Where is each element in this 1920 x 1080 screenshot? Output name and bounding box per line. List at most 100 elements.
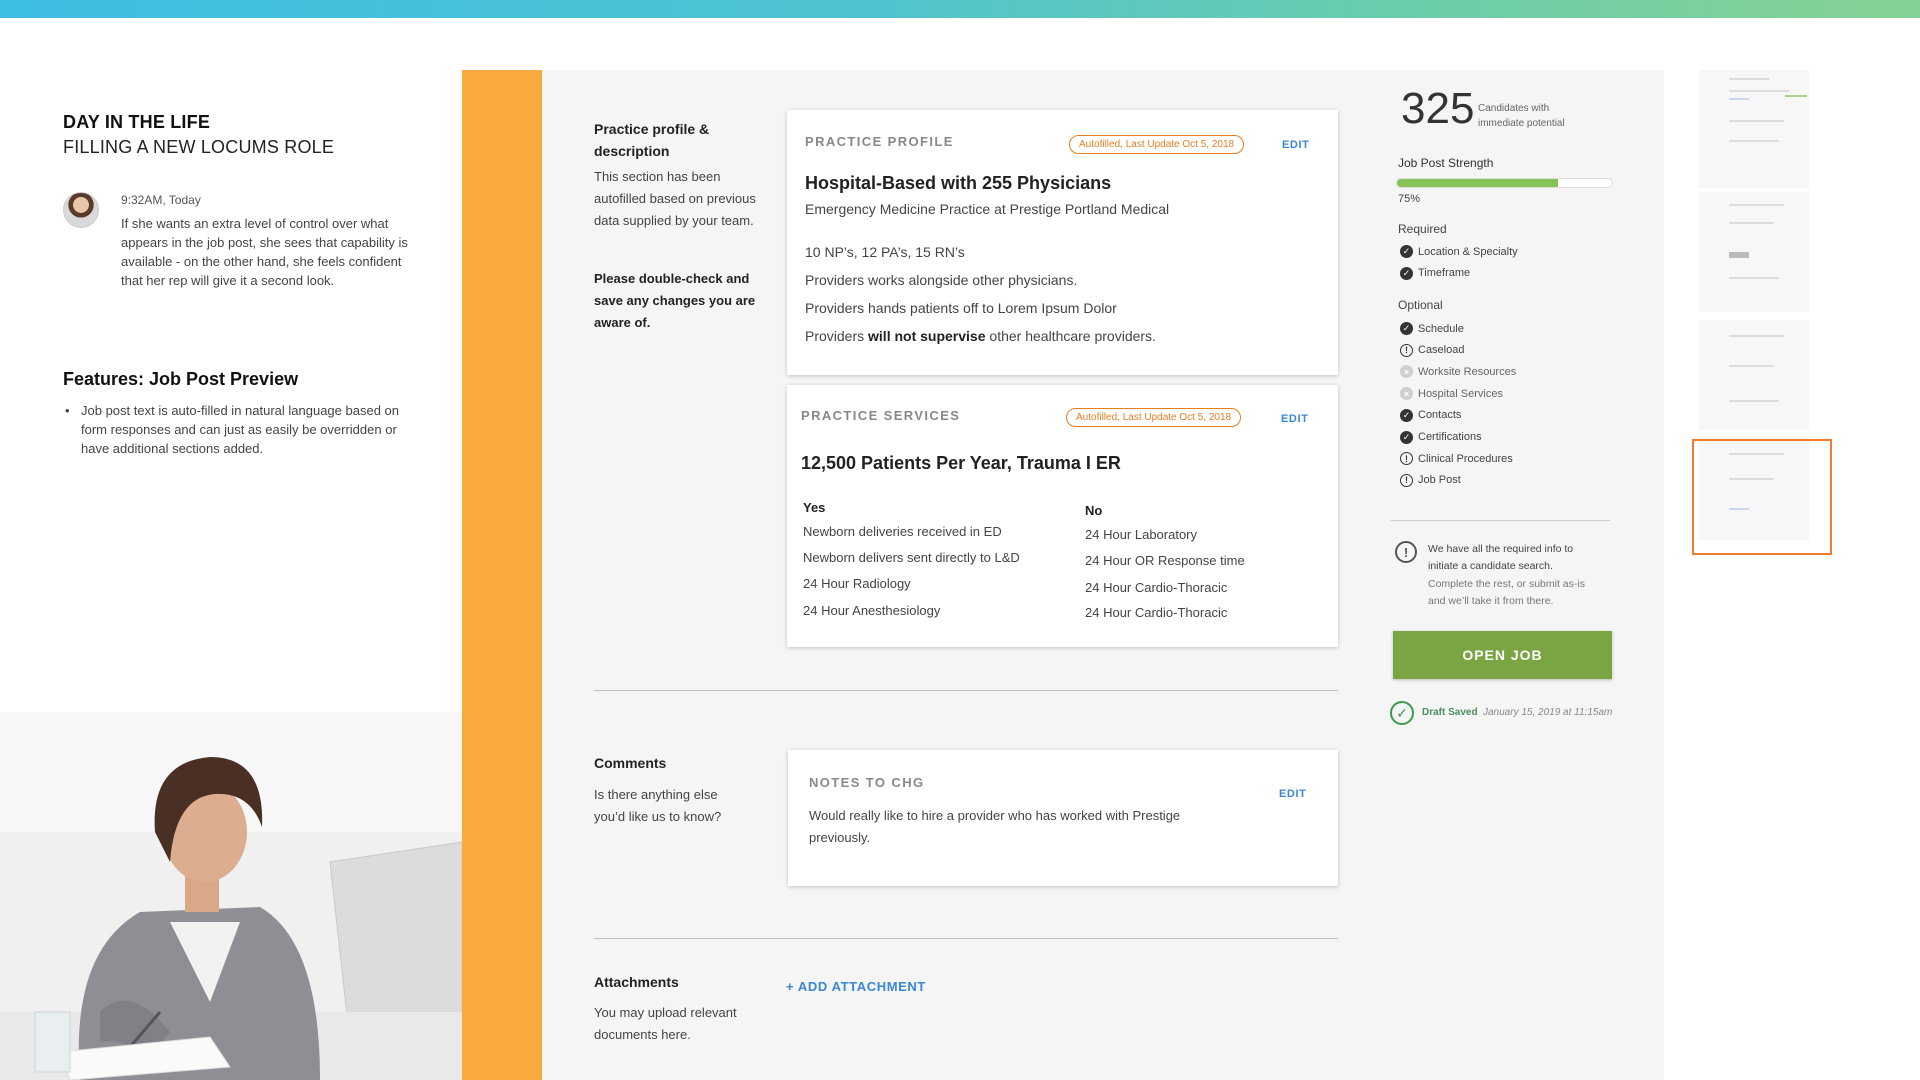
practice-profile-title: Hospital-Based with 255 Physicians <box>805 173 1112 193</box>
no-column-header: No <box>1085 503 1103 518</box>
top-gradient-bar <box>0 0 1920 18</box>
minimap-line <box>1729 335 1784 337</box>
minimap-viewport-indicator[interactable] <box>1692 439 1832 555</box>
practice-services-card: PRACTICE SERVICES Autofilled, Last Updat… <box>787 385 1338 647</box>
story-subtitle: FILLING A NEW LOCUMS ROLE <box>63 137 335 157</box>
open-job-button[interactable]: OPEN JOB <box>1393 631 1612 679</box>
minimap-line <box>1729 78 1769 80</box>
orange-accent-strip <box>462 70 542 1080</box>
autofilled-badge: Autofilled, Last Update Oct 5, 2018 <box>1069 135 1245 154</box>
checklist-item[interactable]: ! Caseload <box>1400 343 1465 357</box>
exclamation-circle-icon: ! <box>1400 452 1413 466</box>
checklist-item[interactable]: ✓ Schedule <box>1400 322 1464 335</box>
check-circle-icon: ✓ <box>1400 322 1413 335</box>
edit-practice-profile-link[interactable]: EDIT <box>1282 139 1309 151</box>
checklist-item-label: Timeframe <box>1418 267 1471 280</box>
job-post-preview-panel: Practice profile & description This sect… <box>542 70 1664 1080</box>
supervise-pre: Providers <box>805 328 869 344</box>
notes-heading: NOTES TO CHG <box>809 775 925 790</box>
info-message: We have all the required info to initiat… <box>1428 543 1574 572</box>
job-post-strength-percent: 75% <box>1398 193 1421 205</box>
section-divider <box>594 690 1338 691</box>
minimap-line <box>1729 120 1784 122</box>
minimap-line <box>1729 365 1774 367</box>
practice-profile-subtitle: Emergency Medicine Practice at Prestige … <box>805 201 1170 217</box>
minimap-line <box>1785 95 1807 97</box>
yes-column-header: Yes <box>803 500 826 515</box>
checklist-item-label: Schedule <box>1418 322 1464 335</box>
checklist-item[interactable]: ! Clinical Procedures <box>1400 452 1513 466</box>
checklist-item[interactable]: ✓ Location & Specialty <box>1400 245 1518 258</box>
no-item: 24 Hour OR Response time <box>1085 553 1245 568</box>
checklist-item[interactable]: ✓ Contacts <box>1400 408 1462 422</box>
sidebar-divider <box>1391 520 1610 521</box>
checklist-item-label: Location & Specialty <box>1418 245 1518 258</box>
checklist-item-label: Job Post <box>1418 474 1461 487</box>
checklist-item[interactable]: × Worksite Resources <box>1400 365 1517 379</box>
job-post-strength-bar <box>1396 178 1613 188</box>
checklist-item-label: Caseload <box>1418 344 1465 357</box>
yes-item: Newborn delivers sent directly to L&D <box>803 550 1020 565</box>
notes-text: Would really like to hire a provider who… <box>809 808 1181 845</box>
features-title: Features: Job Post Preview <box>63 369 299 389</box>
practice-section-note: Please double-check and save any changes… <box>594 271 756 330</box>
minimap-line <box>1729 90 1789 92</box>
checklist-item-label: Worksite Resources <box>1418 365 1517 378</box>
check-circle-icon: ✓ <box>1400 430 1413 444</box>
minimap-page <box>1699 192 1809 312</box>
story-text: If she wants an extra level of control o… <box>121 216 408 288</box>
check-circle-icon: ✓ <box>1400 245 1413 258</box>
checklist-item[interactable]: ✓ Certifications <box>1400 430 1482 444</box>
job-post-strength-label: Job Post Strength <box>1398 156 1494 170</box>
minimap-line <box>1729 222 1774 224</box>
attachments-label: Attachments <box>594 974 679 990</box>
checklist-item[interactable]: ! Job Post <box>1400 473 1461 487</box>
checklist-item-label: Contacts <box>1418 409 1462 422</box>
comments-label: Comments <box>594 755 667 771</box>
minimap-page <box>1699 320 1809 430</box>
minimap-line <box>1729 140 1779 142</box>
yes-item: 24 Hour Anesthesiology <box>803 603 941 618</box>
edit-notes-link[interactable]: EDIT <box>1279 788 1306 800</box>
woman-at-laptop-photo <box>0 712 462 1080</box>
yes-item: Newborn deliveries received in ED <box>803 524 1002 539</box>
no-item: 24 Hour Cardio-Thoracic <box>1085 605 1228 620</box>
yes-item: 24 Hour Radiology <box>803 576 911 591</box>
supervise-bold: will not supervise <box>868 328 986 344</box>
x-circle-icon: × <box>1400 387 1413 401</box>
practice-services-heading: PRACTICE SERVICES <box>801 408 961 423</box>
supervise-line: Providers will not supervise other healt… <box>805 328 1156 344</box>
checklist-item[interactable]: ✓ Timeframe <box>1400 266 1471 280</box>
profile-line: Providers hands patients off to Lorem Ip… <box>805 300 1117 316</box>
checklist-item[interactable]: × Hospital Services <box>1400 387 1503 401</box>
checklist-item-label: Certifications <box>1418 431 1482 443</box>
profile-line: Providers works alongside other physicia… <box>805 272 1078 288</box>
checklist-item-label: Hospital Services <box>1418 387 1503 400</box>
draft-saved-label: Draft Saved <box>1422 707 1478 718</box>
x-circle-icon: × <box>1400 365 1413 379</box>
avatar <box>63 192 99 228</box>
practice-profile-heading: PRACTICE PROFILE <box>805 134 954 149</box>
minimap-line <box>1729 277 1779 279</box>
check-circle-icon: ✓ <box>1400 266 1413 280</box>
minimap-page <box>1699 70 1809 188</box>
draft-saved-time: January 15, 2019 at 11:15am <box>1483 707 1613 718</box>
info-submessage: Complete the rest, or submit as-is and w… <box>1428 578 1585 607</box>
autofilled-badge: Autofilled, Last Update Oct 5, 2018 <box>1066 408 1242 427</box>
practice-section-desc: This section has been autofilled based o… <box>594 169 756 228</box>
no-item: 24 Hour Cardio-Thoracic <box>1085 580 1228 595</box>
required-label: Required <box>1398 222 1447 236</box>
practice-profile-card: PRACTICE PROFILE Autofilled, Last Update… <box>787 110 1338 375</box>
add-attachment-button[interactable]: + ADD ATTACHMENT <box>786 979 926 994</box>
optional-label: Optional <box>1398 298 1443 312</box>
exclamation-circle-icon: ! <box>1400 473 1413 487</box>
edit-practice-services-link[interactable]: EDIT <box>1281 413 1308 425</box>
checklist-item-label: Clinical Procedures <box>1418 452 1513 465</box>
candidate-count-label: Candidates with immediate potential <box>1478 103 1565 129</box>
features-list-item: Job post text is auto-filled in natural … <box>63 401 403 458</box>
candidate-count: 325 <box>1401 84 1475 133</box>
minimap-line <box>1729 252 1749 258</box>
check-circle-icon: ✓ <box>1400 408 1413 422</box>
job-post-strength-fill <box>1397 179 1559 187</box>
minimap-line <box>1729 400 1779 402</box>
